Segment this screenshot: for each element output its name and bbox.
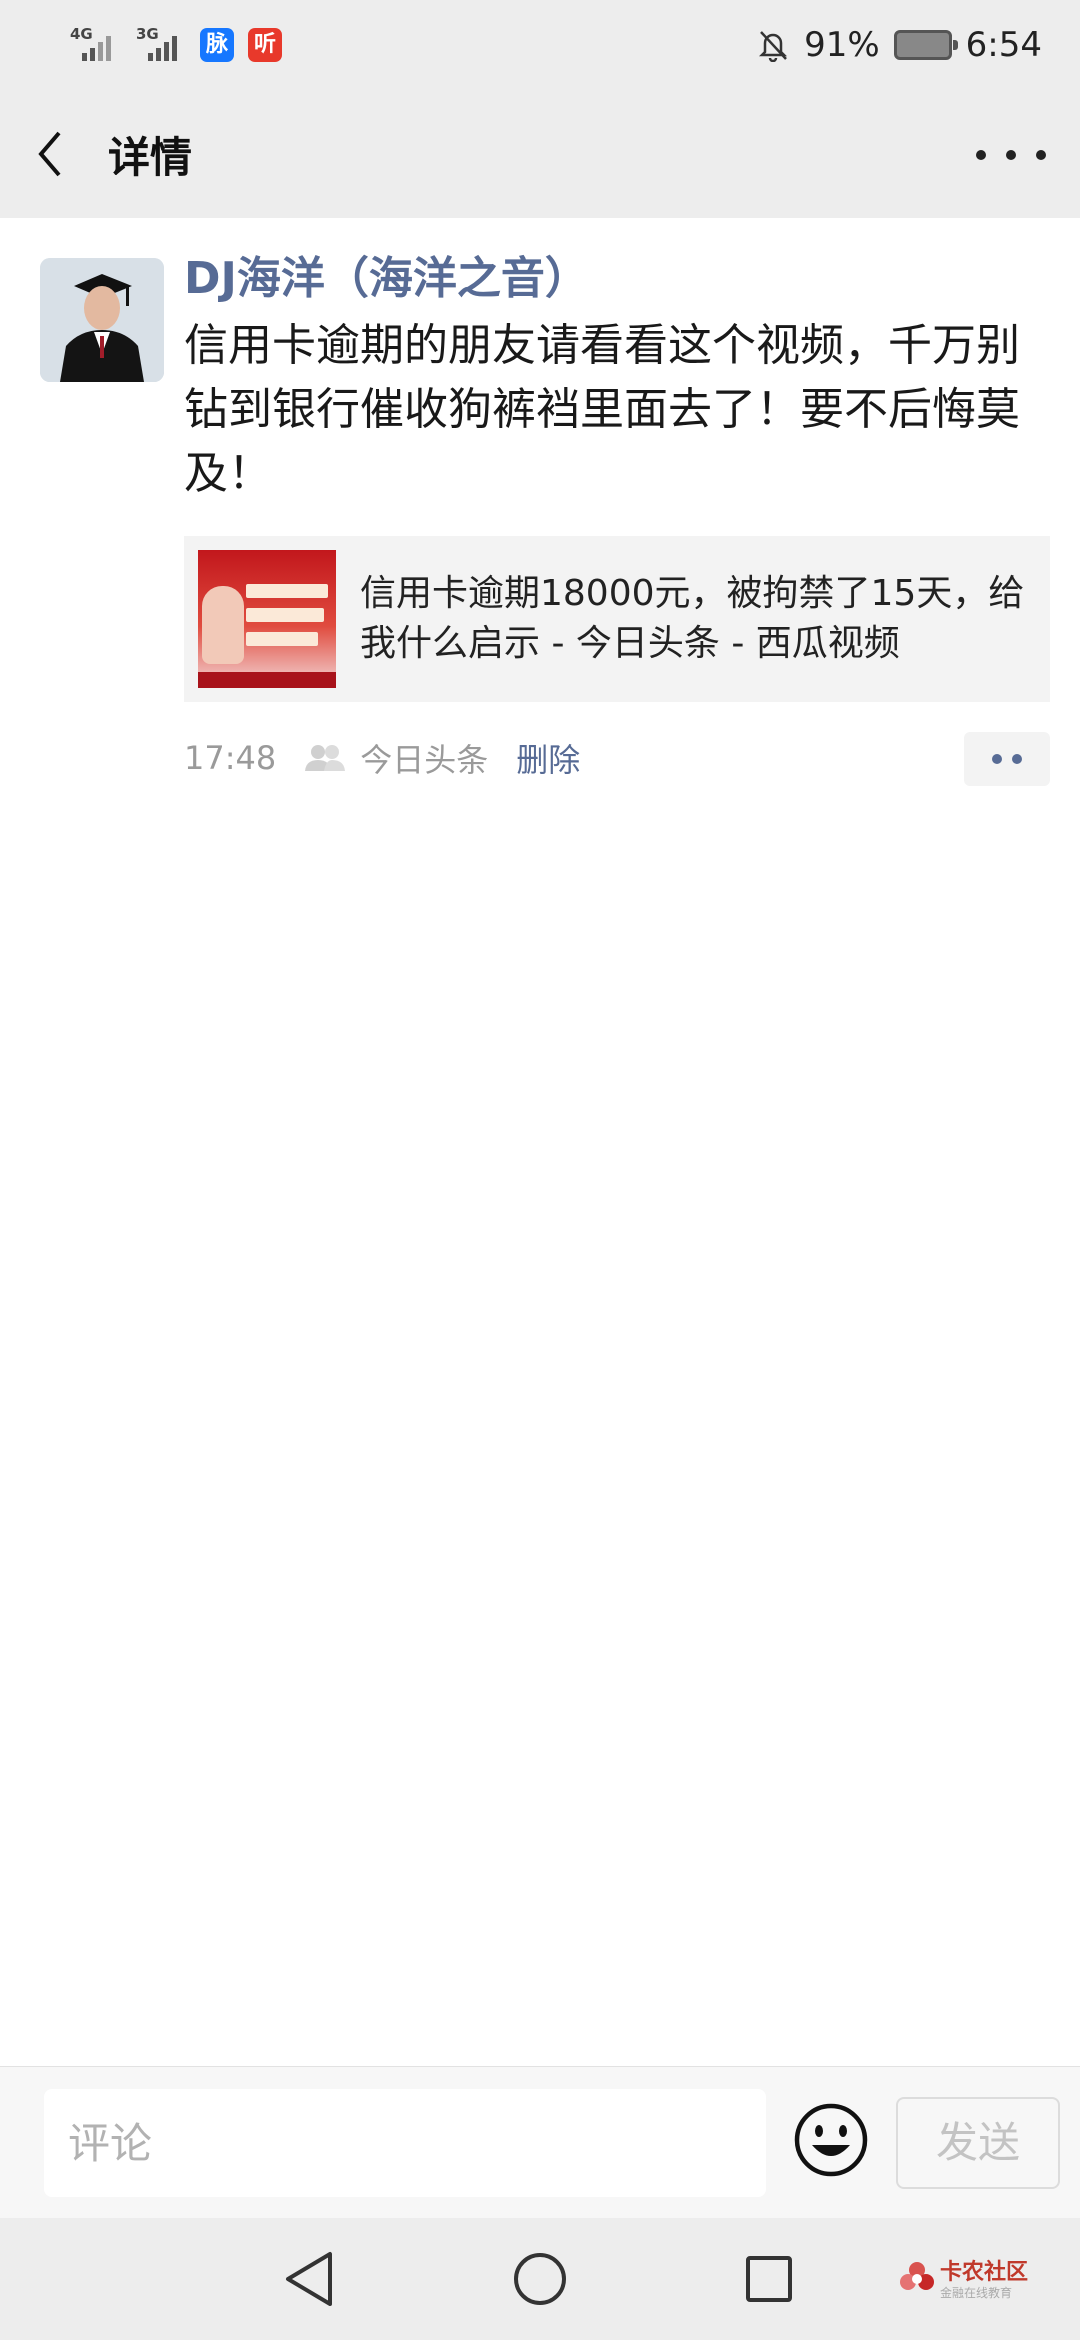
app-notification-icon: 听 [248, 28, 282, 62]
circle-home-icon [514, 2253, 566, 2305]
dot-icon [992, 754, 1002, 764]
system-back-button[interactable] [274, 2244, 344, 2314]
bell-off-icon [759, 31, 788, 62]
avatar[interactable] [40, 258, 164, 382]
thumbnail-person [202, 586, 244, 664]
flower-logo-icon [900, 2262, 934, 2290]
friends-icon [305, 745, 346, 771]
smiley-icon [794, 2103, 868, 2177]
watermark-tagline: 金融在线教育 [940, 2286, 1013, 2300]
status-right: 91% 6:54 [756, 25, 1042, 65]
dot-icon [1036, 150, 1046, 160]
chevron-left-icon [38, 131, 61, 177]
emoji-button[interactable] [792, 2101, 870, 2179]
status-bar: 4G 3G 脉 听 91% 6:54 [0, 0, 1080, 90]
thumbnail-banner [198, 672, 336, 688]
avatar-image [40, 258, 164, 382]
visibility-label: 今日头条 [360, 741, 489, 779]
send-button[interactable]: 发送 [896, 2097, 1060, 2189]
dot-icon [1012, 754, 1022, 764]
battery-icon [893, 30, 958, 60]
post-meta: 17:48 今日头条 删除 [184, 702, 1050, 814]
link-title: 信用卡逾期18000元，被拘禁了15天，给我什么启示 - 今日头条 - 西瓜视频 [360, 573, 1025, 664]
link-thumbnail [198, 550, 336, 688]
status-left: 4G 3G 脉 听 [68, 25, 282, 65]
author-name[interactable]: DJ海洋（海洋之音） [184, 248, 1050, 310]
more-options-button[interactable] [976, 130, 1046, 180]
comment-bar: 发送 [0, 2066, 1080, 2218]
watermark: 卡农社区 金融在线教育 [898, 2252, 1058, 2312]
square-recents-icon [746, 2256, 792, 2302]
post-body: DJ海洋（海洋之音） 信用卡逾期的朋友请看看这个视频，千万别钻到银行催收狗裤裆里… [184, 248, 1050, 814]
visibility-info[interactable]: 今日头条 [304, 735, 488, 781]
page-title: 详情 [108, 132, 193, 182]
watermark-name: 卡农社区 [940, 2260, 1029, 2285]
system-navigation-bar: 卡农社区 金融在线教育 [0, 2218, 1080, 2340]
post-time: 17:48 [184, 739, 277, 777]
post-text: 信用卡逾期的朋友请看看这个视频，千万别钻到银行催收狗裤裆里面去了！要不后悔莫及！ [184, 320, 1020, 499]
battery-percent: 91% [804, 25, 880, 65]
comment-input[interactable] [44, 2089, 766, 2197]
clock: 6:54 [965, 25, 1042, 65]
shared-link-card[interactable]: 信用卡逾期18000元，被拘禁了15天，给我什么启示 - 今日头条 - 西瓜视频 [184, 536, 1050, 702]
delete-button[interactable]: 删除 [516, 735, 580, 781]
system-recents-button[interactable] [734, 2244, 804, 2314]
system-home-button[interactable] [505, 2244, 575, 2314]
thumbnail-text-line [246, 608, 324, 622]
title-bar: 详情 [0, 90, 1080, 218]
signal-icon-sim1: 4G [68, 25, 120, 65]
app-notification-icon: 脉 [200, 28, 234, 62]
thumbnail-text-line [246, 632, 318, 646]
triangle-back-icon [286, 2252, 332, 2306]
back-button[interactable] [0, 90, 100, 218]
comment-like-menu-button[interactable] [964, 732, 1050, 786]
dot-icon [1006, 150, 1016, 160]
signal-icon-sim2: 3G [134, 25, 186, 65]
dot-icon [976, 150, 986, 160]
thumbnail-text-line [246, 584, 328, 598]
